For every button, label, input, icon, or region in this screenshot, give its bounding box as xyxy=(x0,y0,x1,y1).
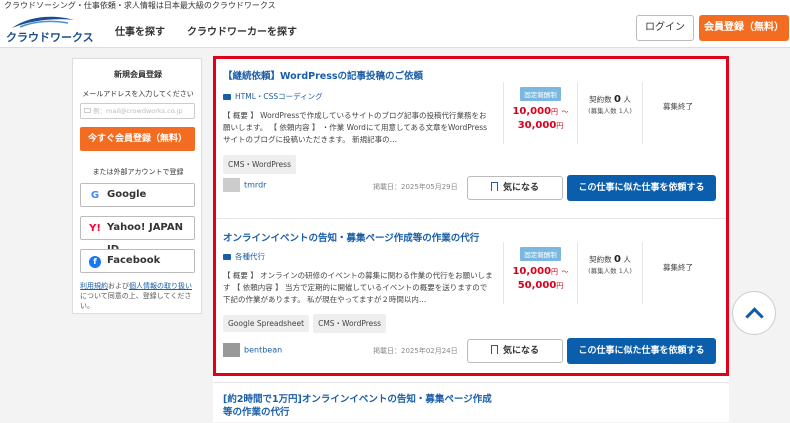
logo-swoosh-icon xyxy=(12,16,74,28)
avatar xyxy=(223,343,240,357)
divider xyxy=(213,382,729,383)
terms-notice: 利用規約および個人情報の取り扱いについて同意の上、登録してください。 xyxy=(80,282,192,310)
job-description: 【 概要 】 WordPressで作成しているサイトのブログ記事の投稿代行業務を… xyxy=(223,111,488,144)
crowdworks-logo[interactable]: クラウドワークス xyxy=(4,14,94,44)
price-column: 固定報酬制 10,000円 〜 50,000円 xyxy=(503,242,578,304)
job-title[interactable]: オンラインイベントの告知・募集ページ作成等の作業の代行 xyxy=(223,232,498,245)
job-category[interactable]: HTML・CSSコーディング xyxy=(223,91,323,102)
favorite-button[interactable]: 気になる xyxy=(467,176,563,200)
google-icon: G xyxy=(90,190,100,201)
favorite-button[interactable]: 気になる xyxy=(467,339,563,363)
client-user[interactable]: bentbean xyxy=(223,343,282,357)
scroll-to-top-button[interactable] xyxy=(732,291,776,335)
job-tag[interactable]: CMS・WordPress xyxy=(223,155,296,174)
external-account-label: または外部アカウントで登録 xyxy=(92,168,184,176)
yahoo-icon: Y! xyxy=(89,223,101,234)
email-input[interactable]: 例：mail@crowdworks.co.jp xyxy=(80,103,195,119)
signup-now-button[interactable]: 今すぐ会員登録（無料） xyxy=(80,127,195,151)
job-tags: CMS・WordPress xyxy=(223,152,300,174)
job-list: 【継続依頼】WordPressの記事投稿のご依頼 HTML・CSSコーディング … xyxy=(213,56,729,422)
facebook-icon: f xyxy=(89,256,101,268)
job-tag[interactable]: CMS・WordPress xyxy=(313,314,387,333)
logo-text: クラウドワークス xyxy=(6,31,94,44)
price-column: 固定報酬制 10,000円 〜 30,000円 xyxy=(503,82,578,144)
folder-icon xyxy=(223,94,231,100)
job-tags: Google Spreadsheet CMS・WordPress xyxy=(223,311,390,333)
posted-date: 掲載日：2025年02月24日 xyxy=(373,347,458,355)
yahoo-signup-button[interactable]: Y! Yahoo! JAPAN ID xyxy=(80,216,195,255)
job-category[interactable]: 各種代行 xyxy=(223,251,265,262)
bookmark-icon xyxy=(490,182,498,191)
job-title[interactable]: [約2時間で1万円]オンラインイベントの告知・募集ページ作成等の作業の代行 xyxy=(223,393,498,419)
nav-find-jobs[interactable]: 仕事を探す xyxy=(115,23,165,38)
mail-icon xyxy=(84,108,91,113)
terms-link[interactable]: 利用規約 xyxy=(80,282,108,290)
recruit-status: 募集終了 xyxy=(663,263,693,272)
facebook-signup-button[interactable]: f Facebook xyxy=(80,249,195,273)
fixed-price-badge: 固定報酬制 xyxy=(520,247,561,261)
chevron-up-icon xyxy=(745,307,764,326)
google-signup-button[interactable]: G Google xyxy=(80,183,195,207)
contract-count: 契約数 0 人 (募集人数 1人) xyxy=(578,82,643,144)
job-tag[interactable]: Google Spreadsheet xyxy=(223,315,310,332)
login-button[interactable]: ログイン xyxy=(636,15,694,41)
job-card: 【継続依頼】WordPressの記事投稿のご依頼 HTML・CSSコーディング … xyxy=(223,70,720,215)
recruit-status: 募集終了 xyxy=(663,102,693,111)
divider xyxy=(213,218,729,219)
fixed-price-badge: 固定報酬制 xyxy=(520,87,561,101)
job-title[interactable]: 【継続依頼】WordPressの記事投稿のご依頼 xyxy=(223,70,498,83)
register-button[interactable]: 会員登録（無料） xyxy=(699,15,789,41)
email-prompt: メールアドレスを入力してください xyxy=(82,90,194,98)
price-min: 10,000円 〜 xyxy=(512,106,569,117)
posted-date: 掲載日：2025年05月29日 xyxy=(373,183,458,191)
signup-title: 新規会員登録 xyxy=(114,70,162,79)
bookmark-icon xyxy=(490,345,498,354)
job-card: オンラインイベントの告知・募集ページ作成等の作業の代行 各種代行 【 概要 】 … xyxy=(223,232,720,377)
price-max: 30,000円 xyxy=(517,120,564,131)
site-header: クラウドワークス 仕事を探す クラウドワーカーを探す ログイン 会員登録（無料） xyxy=(0,12,790,48)
job-description: 【 概要 】 オンラインの研修のイベントの募集に関わる作業の代行をお願いします … xyxy=(223,271,493,304)
privacy-link[interactable]: 個人情報の取り扱い xyxy=(129,282,192,290)
request-similar-button[interactable]: この仕事に似た仕事を依頼する xyxy=(567,338,716,364)
top-tagline: クラウドソーシング・仕事依頼・求人情報は日本最大級のクラウドワークス xyxy=(0,0,790,12)
folder-icon xyxy=(223,254,231,260)
nav-find-workers[interactable]: クラウドワーカーを探す xyxy=(187,23,297,38)
price-min: 10,000円 〜 xyxy=(512,266,569,277)
avatar xyxy=(223,178,240,192)
contract-count: 契約数 0 人 (募集人数 1人) xyxy=(578,242,643,304)
client-user[interactable]: tmrdr xyxy=(223,178,266,192)
request-similar-button[interactable]: この仕事に似た仕事を依頼する xyxy=(567,175,716,201)
signup-sidebar: 新規会員登録 メールアドレスを入力してください 例：mail@crowdwork… xyxy=(72,58,202,314)
job-card: [約2時間で1万円]オンラインイベントの告知・募集ページ作成等の作業の代行 xyxy=(223,393,720,423)
price-max: 50,000円 xyxy=(517,280,564,291)
